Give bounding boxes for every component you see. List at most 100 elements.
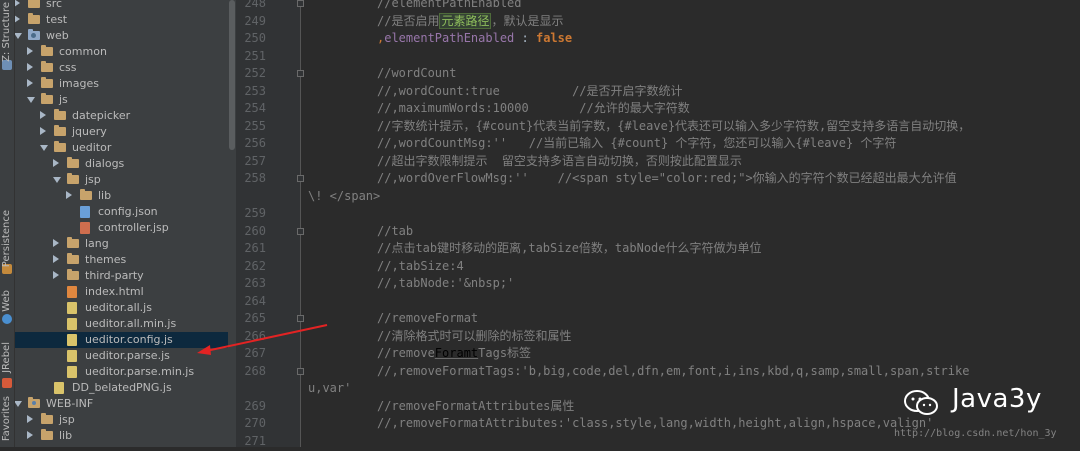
code-line[interactable]: 253 //,wordCount:true //是否开启字数统计 bbox=[236, 82, 1080, 101]
watermark: Java3y bbox=[904, 384, 1074, 424]
project-tree[interactable]: src test web common css images js datepicker jqu… bbox=[15, 0, 228, 447]
tool-window-structure[interactable]: Z: Structure bbox=[0, 2, 14, 72]
tree-item-lang[interactable]: lang bbox=[15, 236, 228, 252]
code-text: //,tabNode:'&nbsp;' bbox=[377, 274, 514, 293]
tree-item-ueditor-all-min-js[interactable]: ueditor.all.min.js bbox=[15, 316, 228, 332]
collapse-arrow-icon[interactable] bbox=[27, 47, 33, 55]
code-line[interactable]: 262 //,tabSize:4 bbox=[236, 257, 1080, 276]
folder-icon bbox=[28, 29, 40, 40]
code-line[interactable]: \! </span> bbox=[236, 187, 1080, 206]
tree-item-ueditor-parse-min-js[interactable]: ueditor.parse.min.js bbox=[15, 364, 228, 380]
tree-item-css[interactable]: css bbox=[15, 60, 228, 76]
tree-item-web-inf[interactable]: WEB-INF bbox=[15, 396, 228, 412]
collapse-arrow-icon[interactable] bbox=[15, 15, 20, 23]
tree-item-dialogs[interactable]: dialogs bbox=[15, 156, 228, 172]
line-number: 269 bbox=[244, 398, 266, 413]
expand-arrow-icon[interactable] bbox=[53, 177, 61, 183]
code-line[interactable]: 267 //removeForamtTags标签 bbox=[236, 344, 1080, 363]
code-line[interactable]: 256 //,wordCountMsg:'' //当前已输入 {#count} 个… bbox=[236, 134, 1080, 153]
fold-marker-icon[interactable] bbox=[297, 175, 304, 182]
code-text: //,wordCount:true //是否开启字数统计 bbox=[377, 82, 683, 101]
code-line[interactable]: 266 //清除格式时可以删除的标签和属性 bbox=[236, 327, 1080, 346]
tree-item-themes[interactable]: themes bbox=[15, 252, 228, 268]
collapse-arrow-icon[interactable] bbox=[53, 159, 59, 167]
code-line[interactable]: 257 //超出字数限制提示 留空支持多语言自动切换，否则按此配置显示 bbox=[236, 152, 1080, 171]
line-number: 250 bbox=[244, 31, 266, 45]
js-file-icon bbox=[67, 318, 77, 330]
tool-window-jrebel[interactable]: JRebel bbox=[0, 342, 14, 390]
code-line[interactable]: 259 bbox=[236, 204, 1080, 223]
tree-item-lib[interactable]: lib bbox=[15, 428, 228, 444]
expand-arrow-icon[interactable] bbox=[40, 145, 48, 151]
fold-marker-icon[interactable] bbox=[297, 227, 304, 235]
tree-item-jsp[interactable]: jsp bbox=[15, 172, 228, 188]
collapse-arrow-icon[interactable] bbox=[40, 127, 46, 135]
collapse-arrow-icon[interactable] bbox=[53, 239, 59, 247]
code-text: //removeFormatAttributes属性 bbox=[377, 397, 574, 416]
code-line[interactable]: 258 //,wordOverFlowMsg:'' //<span style="… bbox=[236, 169, 1080, 188]
collapse-arrow-icon[interactable] bbox=[27, 415, 33, 423]
tool-window-web[interactable]: Web bbox=[0, 290, 14, 326]
collapse-arrow-icon[interactable] bbox=[53, 255, 59, 263]
tree-scrollbar-thumb[interactable] bbox=[229, 0, 235, 150]
code-line[interactable]: 263 //,tabNode:'&nbsp;' bbox=[236, 274, 1080, 293]
tool-window-persistence[interactable]: Persistence bbox=[0, 210, 14, 276]
fold-marker-icon[interactable] bbox=[297, 315, 304, 322]
code-line[interactable]: 251 bbox=[236, 47, 1080, 66]
code-line[interactable]: 261 //点击tab键时移动的距离,tabSize倍数，tabNode什么字符做… bbox=[236, 239, 1080, 258]
fold-marker-icon[interactable] bbox=[297, 0, 304, 7]
json-file-icon bbox=[80, 206, 90, 218]
fold-marker-icon[interactable] bbox=[297, 367, 304, 375]
code-editor[interactable]: 248//elementPathEnabled 249//是否启用 元素路径 ，默认是… bbox=[236, 0, 1080, 448]
code-line[interactable]: 252 //wordCount bbox=[236, 64, 1080, 83]
tree-item-third-party[interactable]: third-party bbox=[15, 268, 228, 284]
tree-item-test[interactable]: test bbox=[15, 12, 228, 28]
web-icon bbox=[2, 314, 12, 324]
tree-item-ueditor-parse-js[interactable]: ueditor.parse.js bbox=[15, 348, 228, 364]
collapse-arrow-icon[interactable] bbox=[40, 111, 46, 119]
tree-item-label: jsp bbox=[59, 413, 75, 426]
tree-item-ueditor-config-js[interactable]: ueditor.config.js bbox=[15, 332, 228, 348]
code-token: false bbox=[535, 31, 573, 45]
code-line[interactable]: 268 //,removeFormatTags:'b,big,code,del,d… bbox=[236, 362, 1080, 381]
code-line[interactable]: 249 //是否启用 元素路径 ，默认是显示 bbox=[236, 12, 1080, 31]
tree-item-src[interactable]: src bbox=[15, 0, 228, 12]
tree-item-lib[interactable]: lib bbox=[15, 188, 228, 204]
tool-window-web-label: Web bbox=[1, 290, 12, 312]
code-token: elementPathEnabled bbox=[384, 31, 515, 45]
tree-item-web[interactable]: web bbox=[15, 28, 228, 44]
tree-item-jquery[interactable]: jquery bbox=[15, 124, 228, 140]
code-line[interactable]: 255 //字数统计提示，{#count}代表当前字数，{#leave}代表还可以… bbox=[236, 117, 1080, 136]
expand-arrow-icon[interactable] bbox=[15, 33, 22, 39]
tree-item-jsp[interactable]: jsp bbox=[15, 412, 228, 428]
tree-item-common[interactable]: common bbox=[15, 44, 228, 60]
expand-arrow-icon[interactable] bbox=[27, 97, 35, 103]
fold-marker-icon[interactable] bbox=[297, 70, 304, 77]
code-line[interactable]: 254 //,maximumWords:10000 //允许的最大字符数 bbox=[236, 99, 1080, 118]
expand-arrow-icon[interactable] bbox=[15, 401, 22, 407]
code-token: //字数统计提示，{#count}代表当前字数，{#leave}代表还可以输入多… bbox=[377, 118, 971, 133]
tree-item-config-json[interactable]: config.json bbox=[15, 204, 228, 220]
tree-item-ueditor-all-js[interactable]: ueditor.all.js bbox=[15, 300, 228, 316]
tree-scrollbar[interactable] bbox=[228, 0, 236, 447]
code-line[interactable]: 265 //removeFormat bbox=[236, 309, 1080, 328]
tree-item-js[interactable]: js bbox=[15, 92, 228, 108]
tool-window-favorites[interactable]: Favorites bbox=[0, 396, 14, 447]
tree-item-images[interactable]: images bbox=[15, 76, 228, 92]
collapse-arrow-icon[interactable] bbox=[66, 191, 72, 199]
code-line[interactable]: 264 bbox=[236, 292, 1080, 311]
tree-item-datepicker[interactable]: datepicker bbox=[15, 108, 228, 124]
code-text: //removeForamtTags标签 bbox=[377, 344, 531, 363]
code-line[interactable]: 250 ,elementPathEnabled : false bbox=[236, 29, 1080, 48]
code-line[interactable]: 260 //tab bbox=[236, 222, 1080, 241]
collapse-arrow-icon[interactable] bbox=[27, 63, 33, 71]
collapse-arrow-icon[interactable] bbox=[27, 79, 33, 87]
collapse-arrow-icon[interactable] bbox=[53, 271, 59, 279]
tree-item-dd-belatedpng-js[interactable]: DD_belatedPNG.js bbox=[15, 380, 228, 396]
code-text: //tab bbox=[377, 222, 413, 241]
tree-item-index-html[interactable]: index.html bbox=[15, 284, 228, 300]
collapse-arrow-icon[interactable] bbox=[15, 0, 20, 7]
tree-item-controller-jsp[interactable]: controller.jsp bbox=[15, 220, 228, 236]
collapse-arrow-icon[interactable] bbox=[27, 431, 33, 439]
tree-item-ueditor[interactable]: ueditor bbox=[15, 140, 228, 156]
